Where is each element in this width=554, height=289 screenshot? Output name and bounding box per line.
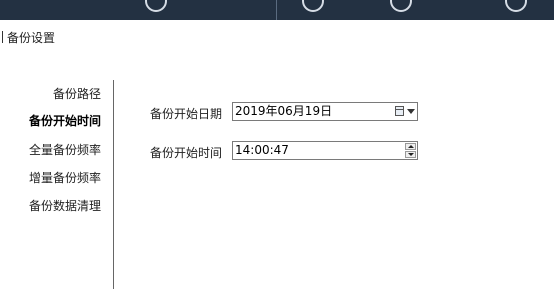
- menu-item-full-backup-frequency[interactable]: 全量备份频率: [29, 142, 101, 158]
- toolbar-icon[interactable]: [145, 0, 167, 12]
- start-date-value: 2019年06月19日: [235, 104, 333, 118]
- top-toolbar: [0, 0, 554, 20]
- toolbar-icon[interactable]: [505, 0, 527, 12]
- start-time-input[interactable]: 14:00:47: [232, 141, 418, 160]
- start-time-value: 14:00:47: [235, 143, 289, 157]
- menu-item-incremental-backup-frequency[interactable]: 增量备份频率: [29, 170, 101, 186]
- page-title: 备份设置: [7, 31, 56, 45]
- time-spinner: [405, 143, 416, 158]
- toolbar-icon[interactable]: [302, 0, 324, 12]
- menu-item-backup-data-cleanup[interactable]: 备份数据清理: [29, 198, 101, 214]
- breadcrumb-divider: [2, 31, 3, 43]
- start-time-label: 备份开始时间: [150, 146, 223, 160]
- toolbar-separator: [276, 0, 277, 20]
- start-date-label: 备份开始日期: [150, 107, 223, 121]
- breadcrumb: 备份设置: [0, 30, 55, 46]
- start-date-picker[interactable]: 2019年06月19日: [232, 102, 418, 121]
- chevron-down-icon: [407, 109, 415, 114]
- spin-down-button[interactable]: [405, 151, 416, 158]
- toolbar-icon[interactable]: [390, 0, 412, 12]
- calendar-icon: [395, 106, 404, 116]
- menu-item-backup-start-time[interactable]: 备份开始时间: [29, 113, 101, 129]
- date-dropdown-button[interactable]: [394, 104, 416, 119]
- menu-item-backup-path[interactable]: 备份路径: [53, 86, 101, 102]
- spin-up-button[interactable]: [405, 143, 416, 150]
- menu-divider: [113, 80, 114, 289]
